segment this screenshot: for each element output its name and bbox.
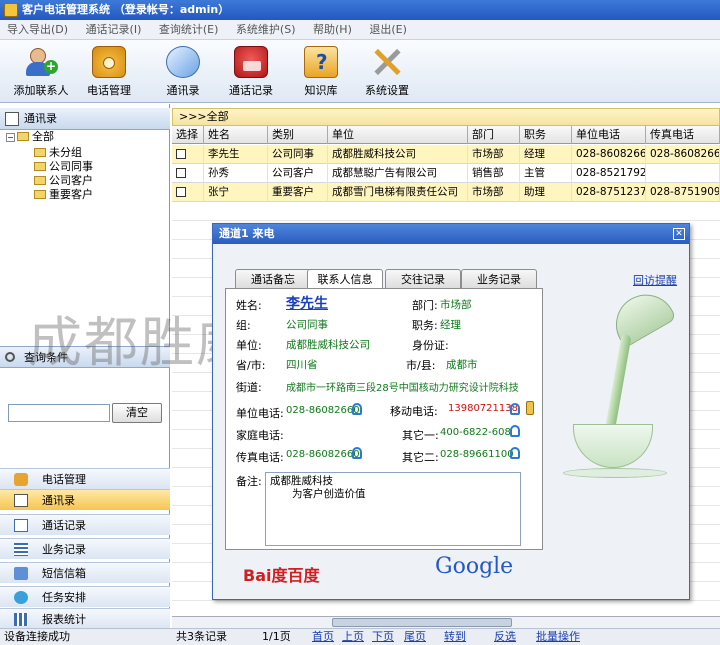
col-company[interactable]: 单位 — [328, 126, 468, 144]
contact-name: 李先生 — [286, 296, 328, 312]
folder-icon — [34, 176, 46, 185]
address-book-pane-header: 通讯录 — [0, 108, 170, 130]
col-fax[interactable]: 传真电话 — [646, 126, 720, 144]
dial-phone-icon[interactable] — [352, 403, 362, 415]
address-book-icon — [5, 112, 19, 126]
row-checkbox[interactable] — [172, 145, 204, 164]
task-icon — [14, 591, 28, 604]
tree-item-colleagues[interactable]: 公司同事 — [34, 160, 93, 174]
telephone-icon — [92, 46, 126, 78]
tab-business-records[interactable]: 业务记录 — [461, 269, 537, 289]
call-log-icon — [14, 519, 28, 532]
address-book-button[interactable]: 通讯录 — [148, 46, 218, 98]
folder-icon — [34, 162, 46, 171]
menu-bar: 导入导出(D) 通话记录(I) 查询统计(E) 系统维护(S) 帮助(H) 退出… — [0, 20, 720, 40]
window-title-bar: 客户电话管理系统 （登录帐号：admin） — [0, 0, 720, 20]
close-icon[interactable]: ✕ — [673, 228, 685, 240]
nav-task-schedule[interactable]: 任务安排 — [0, 586, 170, 607]
col-department[interactable]: 部门 — [468, 126, 520, 144]
prev-page-link[interactable]: 上页 — [342, 629, 364, 645]
dial-phone-icon[interactable] — [510, 425, 520, 437]
table-row[interactable]: 孙秀 公司客户 成都慧聪广告有限公司 销售部 主管 028-85217928 — [172, 164, 720, 183]
menu-exit[interactable]: 退出(E) — [362, 20, 414, 40]
row-checkbox[interactable] — [172, 183, 204, 202]
table-row[interactable]: 张宁 重要客户 成都雪门电梯有限责任公司 市场部 助理 028-87512372… — [172, 183, 720, 202]
record-count: 共3条记录 — [176, 630, 227, 643]
call-records-button[interactable]: 通话记录 — [216, 46, 286, 98]
batch-operation-link[interactable]: 批量操作 — [536, 629, 580, 645]
col-position[interactable]: 职务 — [520, 126, 572, 144]
folder-open-icon — [17, 132, 29, 141]
telephone-icon — [14, 473, 28, 486]
tab-call-memo[interactable]: 通话备忘 — [235, 269, 311, 289]
last-page-link[interactable]: 尾页 — [404, 629, 426, 645]
incoming-call-dialog: 通道1 来电 ✕ 通话备忘 联系人信息 交往记录 业务记录 回访提醒 姓名: 李… — [212, 223, 690, 600]
table-row[interactable]: 李先生 公司同事 成都胜威科技公司 市场部 经理 028-86082660 02… — [172, 145, 720, 164]
address-book-icon — [14, 494, 28, 507]
row-checkbox[interactable] — [172, 164, 204, 183]
status-bar: 设备连接成功 共3条记录 1/1页 首页 上页 下页 尾页 转到 反选 批量操作 — [0, 628, 720, 645]
red-phone-icon — [234, 46, 268, 78]
menu-help[interactable]: 帮助(H) — [306, 20, 359, 40]
tree-item-important[interactable]: 重要客户 — [34, 188, 93, 202]
nav-phone-management[interactable]: 电话管理 — [0, 468, 170, 489]
add-contact-icon: + — [24, 46, 58, 78]
dial-phone-icon[interactable] — [510, 403, 520, 415]
query-input[interactable] — [8, 404, 110, 422]
menu-system-maintenance[interactable]: 系统维护(S) — [229, 20, 303, 40]
invert-selection-link[interactable]: 反选 — [494, 629, 516, 645]
nav-call-records[interactable]: 通话记录 — [0, 514, 170, 535]
clear-button[interactable]: 清空 — [112, 403, 162, 423]
app-icon — [4, 3, 18, 17]
next-page-link[interactable]: 下页 — [372, 629, 394, 645]
breadcrumb: >>>全部 — [172, 108, 720, 126]
memo-field[interactable]: 成都胜威科技 为客户创造价值 — [265, 472, 521, 546]
dial-phone-icon[interactable] — [510, 447, 520, 459]
horizontal-scrollbar[interactable] — [172, 616, 720, 628]
goto-link[interactable]: 转到 — [444, 629, 466, 645]
tea-cup-image — [553, 283, 683, 492]
dialog-title: 通道1 来电 ✕ — [213, 224, 689, 244]
nav-business-records[interactable]: 业务记录 — [0, 538, 170, 559]
mobile-icon[interactable] — [526, 401, 534, 415]
sms-icon — [14, 567, 28, 580]
col-name[interactable]: 姓名 — [204, 126, 268, 144]
google-logo: Google — [435, 554, 514, 579]
search-icon — [5, 352, 15, 362]
report-icon — [14, 613, 28, 626]
menu-query-stats[interactable]: 查询统计(E) — [152, 20, 226, 40]
nav-report-stats[interactable]: 报表统计 — [0, 608, 170, 629]
first-page-link[interactable]: 首页 — [312, 629, 334, 645]
tools-icon — [370, 46, 404, 78]
baidu-logo: Bai度百度 — [243, 566, 320, 585]
nav-sms-inbox[interactable]: 短信信箱 — [0, 562, 170, 583]
tree-item-customers[interactable]: 公司客户 — [34, 174, 93, 188]
col-work-phone[interactable]: 单位电话 — [572, 126, 646, 144]
table-icon — [14, 543, 28, 556]
address-book-icon — [166, 46, 200, 78]
connection-status: 设备连接成功 — [4, 630, 70, 643]
grid-header: 选择 姓名 类别 单位 部门 职务 单位电话 传真电话 — [172, 126, 720, 144]
phone-management-button[interactable]: 电话管理 — [74, 46, 144, 98]
add-contact-button[interactable]: + 添加联系人 — [6, 46, 76, 98]
nav-address-book[interactable]: 通讯录 — [0, 489, 170, 510]
col-category[interactable]: 类别 — [268, 126, 328, 144]
knowledge-base-button[interactable]: ? 知识库 — [286, 46, 356, 98]
window-title: 客户电话管理系统 （登录帐号：admin） — [22, 3, 230, 16]
folder-icon — [34, 148, 46, 157]
folder-icon — [34, 190, 46, 199]
dial-phone-icon[interactable] — [352, 447, 362, 459]
tree-item-ungrouped[interactable]: 未分组 — [34, 146, 82, 160]
system-settings-button[interactable]: 系统设置 — [352, 46, 422, 98]
tab-interaction-records[interactable]: 交往记录 — [385, 269, 461, 289]
col-select[interactable]: 选择 — [172, 126, 204, 144]
menu-import-export[interactable]: 导入导出(D) — [0, 20, 75, 40]
menu-call-records[interactable]: 通话记录(I) — [79, 20, 149, 40]
knowledge-icon: ? — [304, 46, 338, 78]
callback-reminder-link[interactable]: 回访提醒 — [633, 272, 677, 288]
tab-contact-info[interactable]: 联系人信息 — [307, 269, 383, 290]
page-indicator: 1/1页 — [262, 630, 291, 643]
tree-root-all[interactable]: − 全部 — [6, 130, 54, 144]
toolbar: + 添加联系人 电话管理 通讯录 通话记录 ? 知识库 系统设置 — [0, 40, 720, 103]
